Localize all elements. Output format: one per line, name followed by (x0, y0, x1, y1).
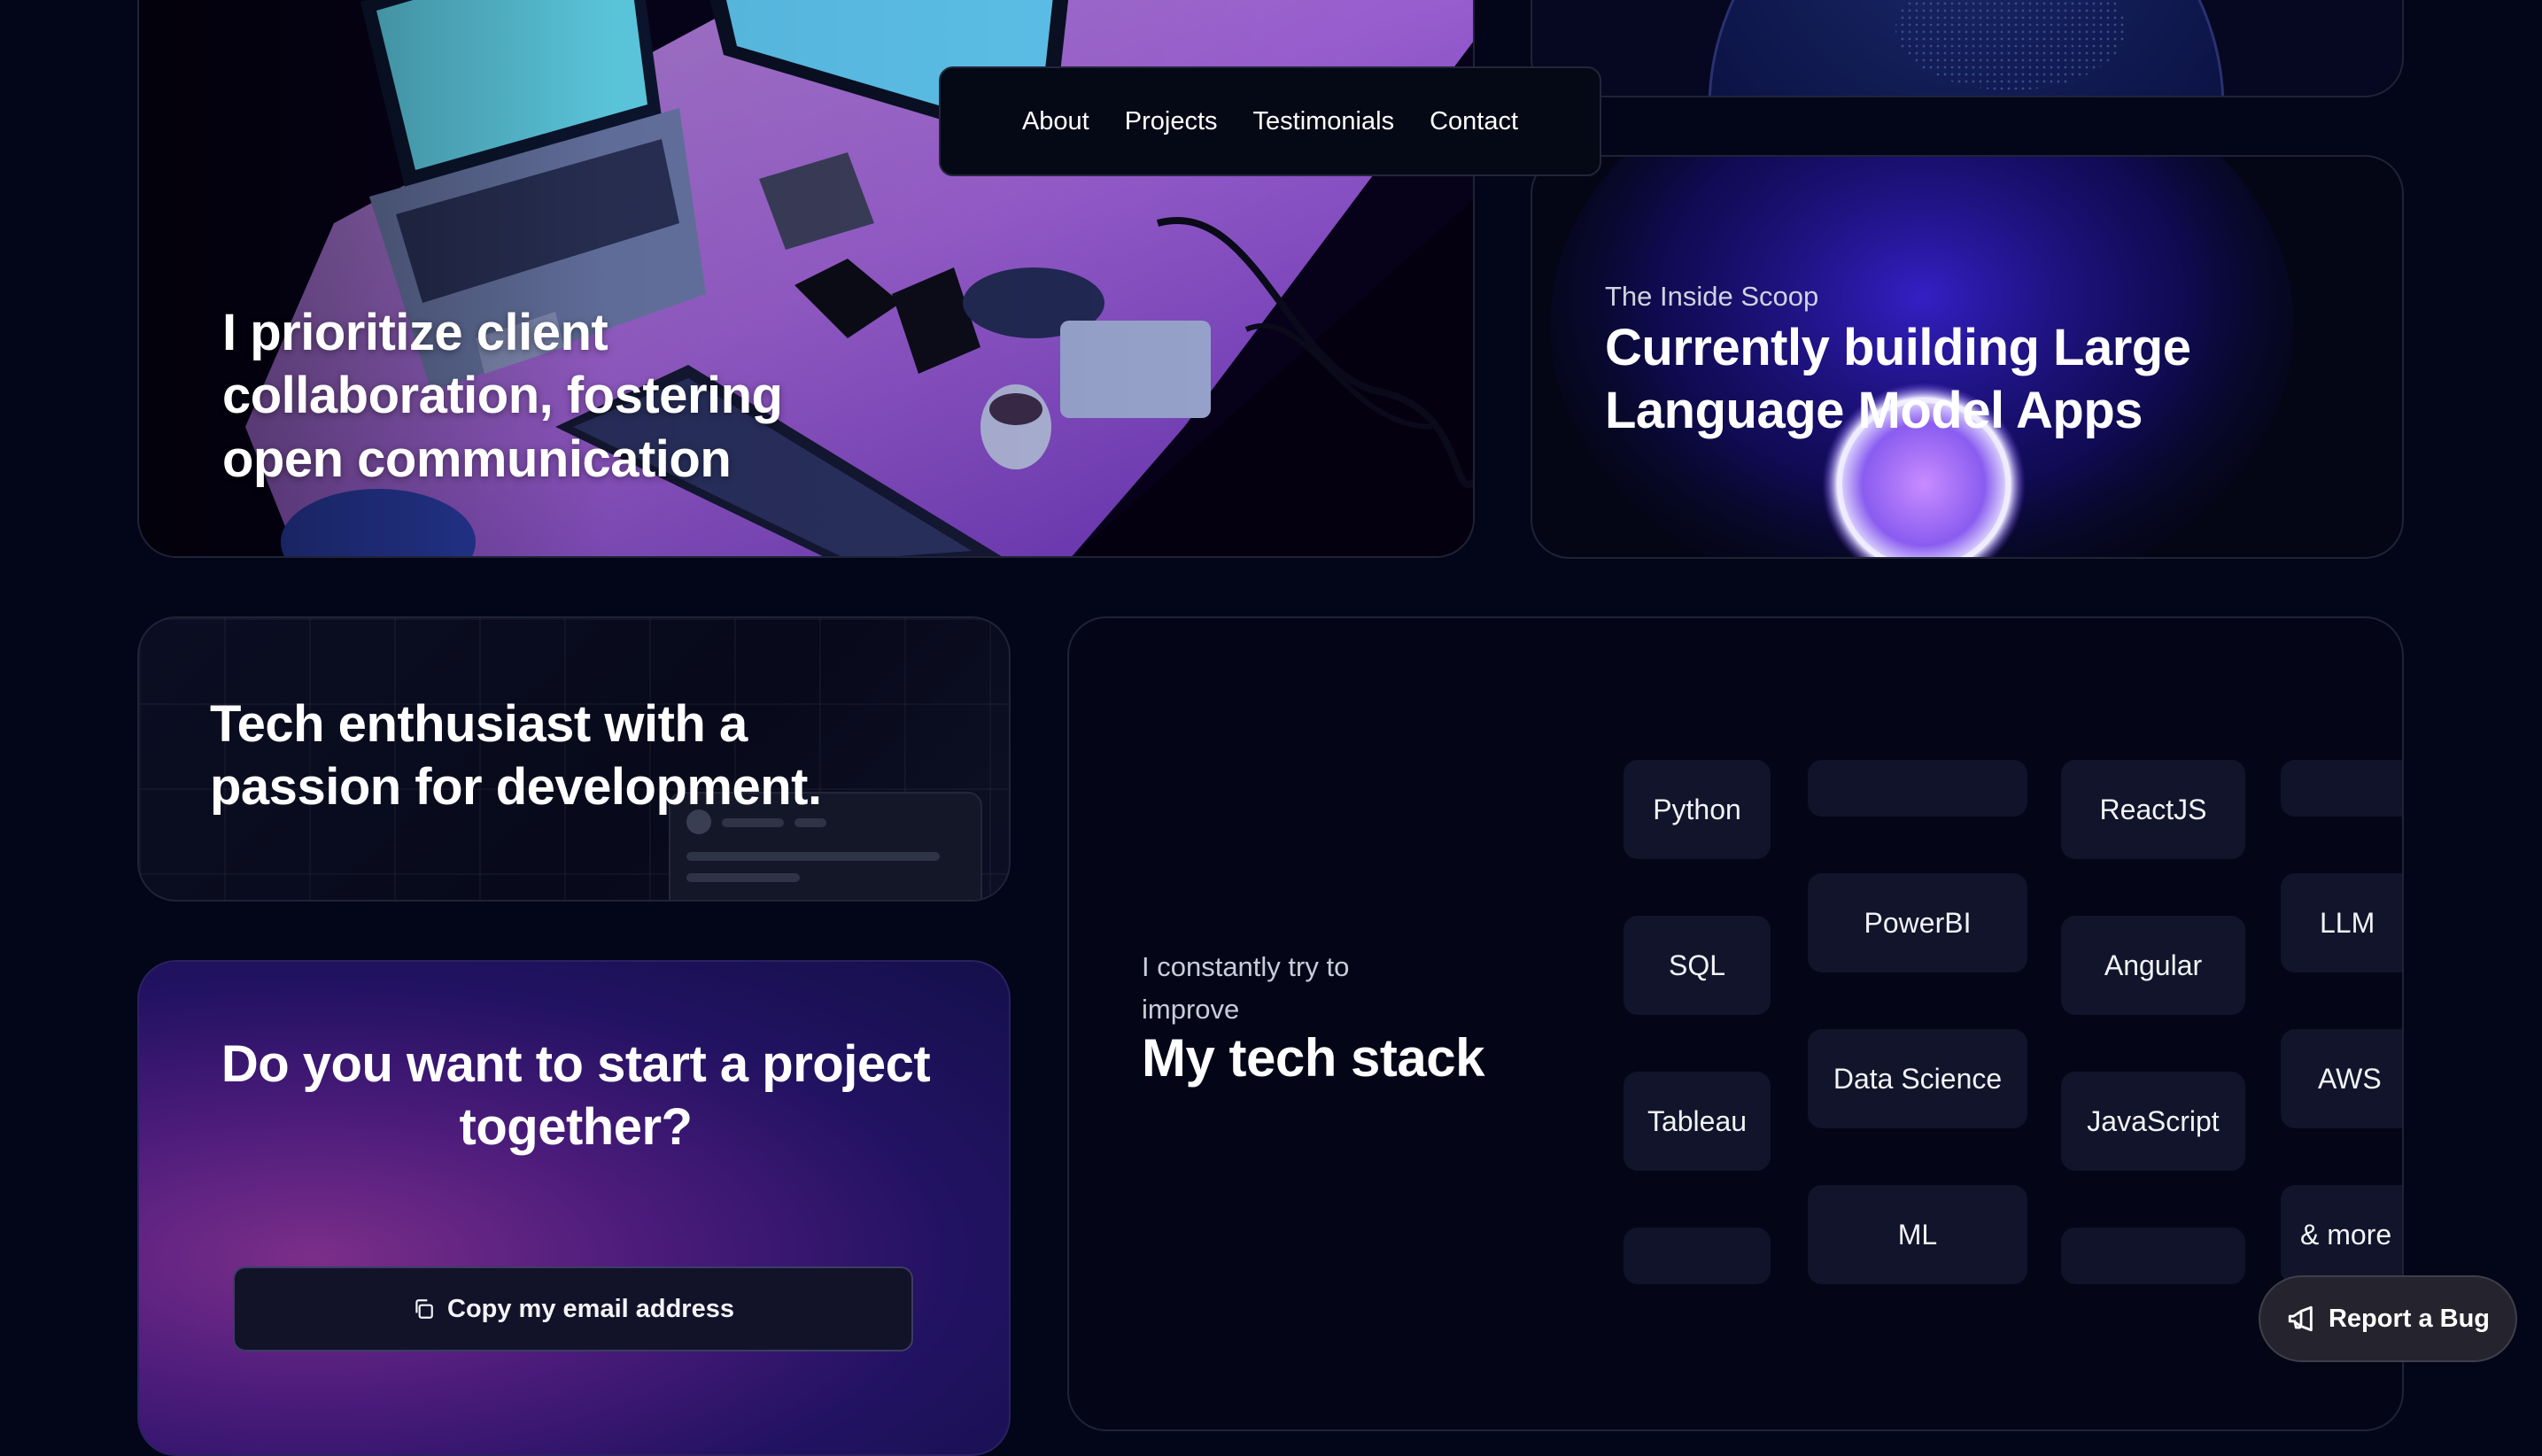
report-bug-button[interactable]: Report a Bug (2259, 1275, 2517, 1362)
tech-chip (1808, 760, 2027, 817)
report-bug-label: Report a Bug (2328, 1304, 2491, 1333)
mock-line (686, 852, 940, 861)
tech-stack-heading: My tech stack (1142, 1028, 1485, 1088)
tech-chip: ReactJS (2061, 760, 2245, 859)
mock-line (794, 818, 826, 827)
tech-chip: AWS (2281, 1029, 2402, 1128)
nav-link-about[interactable]: About (1022, 107, 1089, 136)
project-cta-heading: Do you want to start a project together? (221, 1035, 931, 1157)
inside-scoop-heading: Currently building Large Language Model … (1605, 319, 2191, 440)
tech-chip: & more (2281, 1185, 2402, 1284)
tech-enthusiast-card: Tech enthusiast with a passion for devel… (137, 616, 1011, 902)
inside-scoop-subtitle: The Inside Scoop (1605, 281, 1819, 312)
tech-chip: PowerBI (1808, 873, 2027, 972)
floating-nav: About Projects Testimonials Contact (939, 66, 1601, 176)
tech-chip: Python (1624, 760, 1771, 859)
project-cta-card: Do you want to start a project together?… (137, 960, 1011, 1456)
nav-link-testimonials[interactable]: Testimonials (1253, 107, 1395, 136)
copy-icon (415, 1299, 433, 1319)
tech-chip (2281, 760, 2402, 817)
tech-chip (1624, 1228, 1771, 1284)
tech-chip: Data Science (1808, 1029, 2027, 1128)
tech-enthusiast-heading: Tech enthusiast with a passion for devel… (210, 695, 822, 817)
copy-email-label: Copy my email address (447, 1294, 734, 1323)
globe-graphic (1708, 0, 2225, 96)
mock-line (686, 873, 800, 882)
tech-chip: Angular (2061, 916, 2245, 1015)
tech-chip: ML (1808, 1185, 2027, 1284)
tech-chip (2061, 1228, 2245, 1284)
megaphone-icon (2288, 1305, 2313, 1332)
tech-stack-subtitle: I constantly try to improve (1142, 951, 1350, 1026)
tech-chip: JavaScript (2061, 1072, 2245, 1171)
tech-chip: Tableau (1624, 1072, 1771, 1171)
collaboration-heading: I prioritize client collaboration, foste… (222, 304, 783, 488)
globe-card (1531, 0, 2404, 97)
nav-link-contact[interactable]: Contact (1430, 107, 1518, 136)
tech-chip: LLM (2281, 873, 2402, 972)
nav-link-projects[interactable]: Projects (1125, 107, 1218, 136)
tech-stack-card: I constantly try to improve My tech stac… (1067, 616, 2404, 1431)
mock-line (722, 818, 784, 827)
tech-chip: SQL (1624, 916, 1771, 1015)
inside-scoop-card: The Inside Scoop Currently building Larg… (1531, 155, 2404, 559)
copy-email-button[interactable]: Copy my email address (233, 1266, 913, 1351)
